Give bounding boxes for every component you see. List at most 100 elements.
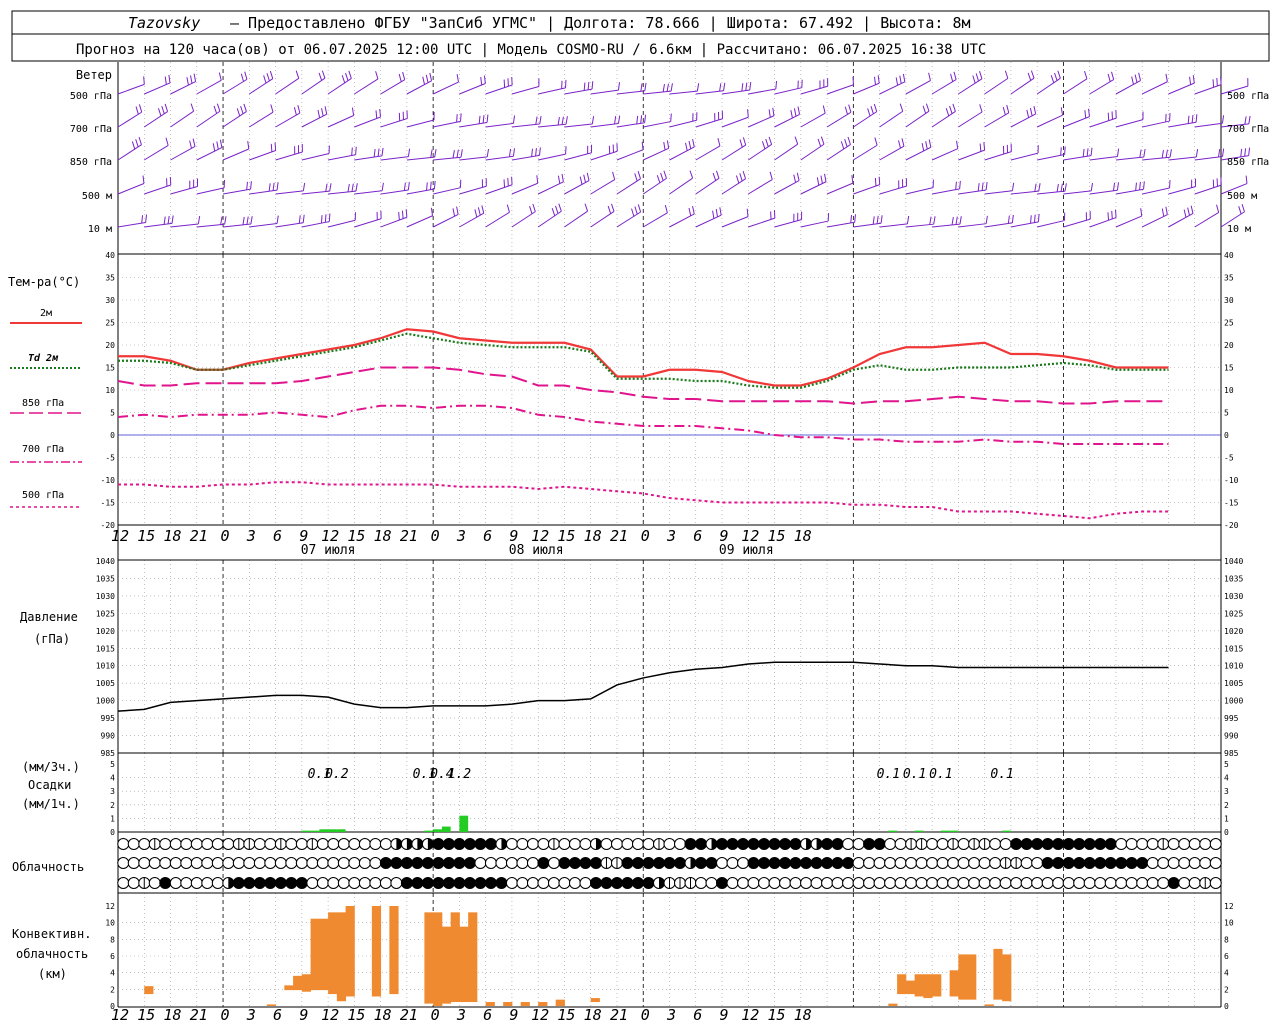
wind-barb-feather [318,72,323,81]
precip-bar [949,830,959,832]
cloud-symbol-circle [1062,877,1075,889]
cloud-symbol [1073,838,1086,850]
convective-bar [284,985,294,991]
temp-tick-right: -15 [1224,499,1239,508]
x-tick-label: 6 [483,527,492,545]
wind-barb-feather [742,170,747,179]
wind-barb-staff [931,111,956,128]
pressure-tick: 1030 [96,592,115,601]
wind-barb-feather [666,83,669,92]
wind-barb-staff [249,78,274,95]
cloud-symbol [726,877,739,889]
cloud-symbol-circle [926,857,939,869]
wind-barb [643,83,673,95]
wind-barb-staff [222,148,249,161]
cloud-symbol-circle [411,857,424,869]
cloud-symbol-circle [180,857,193,869]
precip-tick-right: 1 [1224,814,1229,823]
cloud-symbol-circle [127,877,140,889]
cloud-symbol-circle [768,857,781,869]
cloud-symbol [663,838,676,850]
cloud-symbol [201,838,214,850]
x-tick-label: 18 [794,527,812,545]
wind-barb-feather [745,82,748,91]
wind-barb-staff [328,190,357,195]
cloud-symbol [274,877,287,889]
cloud-symbol-circle [1157,877,1170,889]
cloud-symbol-circle [821,877,834,889]
wind-barb [1010,70,1035,95]
cloud-symbol [642,877,655,889]
cloud-symbol-circle [484,857,497,869]
x-tick-label-bottom: 3 [456,1006,466,1024]
cloud-symbol [1136,838,1149,850]
precip-title: Осадки [28,778,71,792]
cloud-symbol [621,857,634,869]
cloud-symbol [1146,838,1159,850]
wind-barb-feather [434,149,437,158]
wind-barb-staff [1141,81,1168,95]
cloud-symbol [484,877,497,889]
wind-barb-staff [774,180,800,195]
cloud-symbol [842,877,855,889]
cloud-symbol-circle [1125,877,1138,889]
wind-barb-feather [478,115,481,124]
pressure-tick-right: 985 [1224,749,1239,758]
cloud-symbol-circle [1199,838,1212,850]
cloud-symbol-circle [978,877,991,889]
cloud-symbol [684,877,697,889]
wind-barb-staff [1194,84,1222,95]
wind-barb-staff [249,223,278,228]
wind-barb-feather [1090,182,1094,191]
wind-barb [721,208,749,228]
cloud-symbol [484,838,497,850]
cloud-symbol [411,857,424,869]
wind-barb-feather [775,80,778,90]
cloud-symbol [863,877,876,889]
wind-barb-feather [381,182,384,191]
wind-barb-staff [537,181,564,195]
cloud-symbol [726,838,739,850]
cloud-symbol-circle [852,838,865,850]
cloud-symbol [337,877,350,889]
wind-barb-feather [477,207,481,216]
wind-barb-feather [822,105,826,114]
x-tick-label-bottom: 15 [557,1006,575,1024]
cloud-symbol-circle [1083,838,1096,850]
wind-barb [984,214,1014,228]
cloud-symbol [442,838,455,850]
wind-barb-feather [715,208,719,217]
cloud-symbol-circle [831,877,844,889]
convective-bar [905,980,916,995]
wind-barb-feather [876,215,879,224]
x-tick-label-bottom: 6 [483,1006,492,1024]
wind-barb-staff [590,89,619,95]
wind-barb-feather [898,140,901,149]
cloud-symbol [474,877,487,889]
wind-barb-staff [879,185,907,195]
wind-barb [748,80,778,95]
convective-bar [389,906,399,995]
wind-barb-staff [1168,156,1197,161]
wind-barb-staff [669,177,693,195]
pressure-tick: 1020 [96,627,115,636]
cloud-symbol [390,857,403,869]
wind-barb-feather [640,83,643,92]
wind-barb-staff [721,89,750,95]
wind-barb-staff [984,77,1009,95]
convective-bar [538,1002,548,1006]
cloud-symbol [1167,838,1180,850]
wind-barb-staff [117,222,146,228]
wind-barb [485,76,513,95]
x-tick-label-bottom: 9 [509,1006,518,1024]
cloud-symbol-circle [180,838,193,850]
conv-tick: 0 [110,1002,115,1011]
cloud-symbol [117,838,130,850]
cloud-symbol [1178,877,1191,889]
cloud-symbol [674,838,687,850]
wind-barb [590,143,618,161]
convective-bar [266,1004,277,1006]
cloud-symbol-circle [884,857,897,869]
wind-barb-feather [269,70,274,79]
wind-barb [406,72,433,95]
